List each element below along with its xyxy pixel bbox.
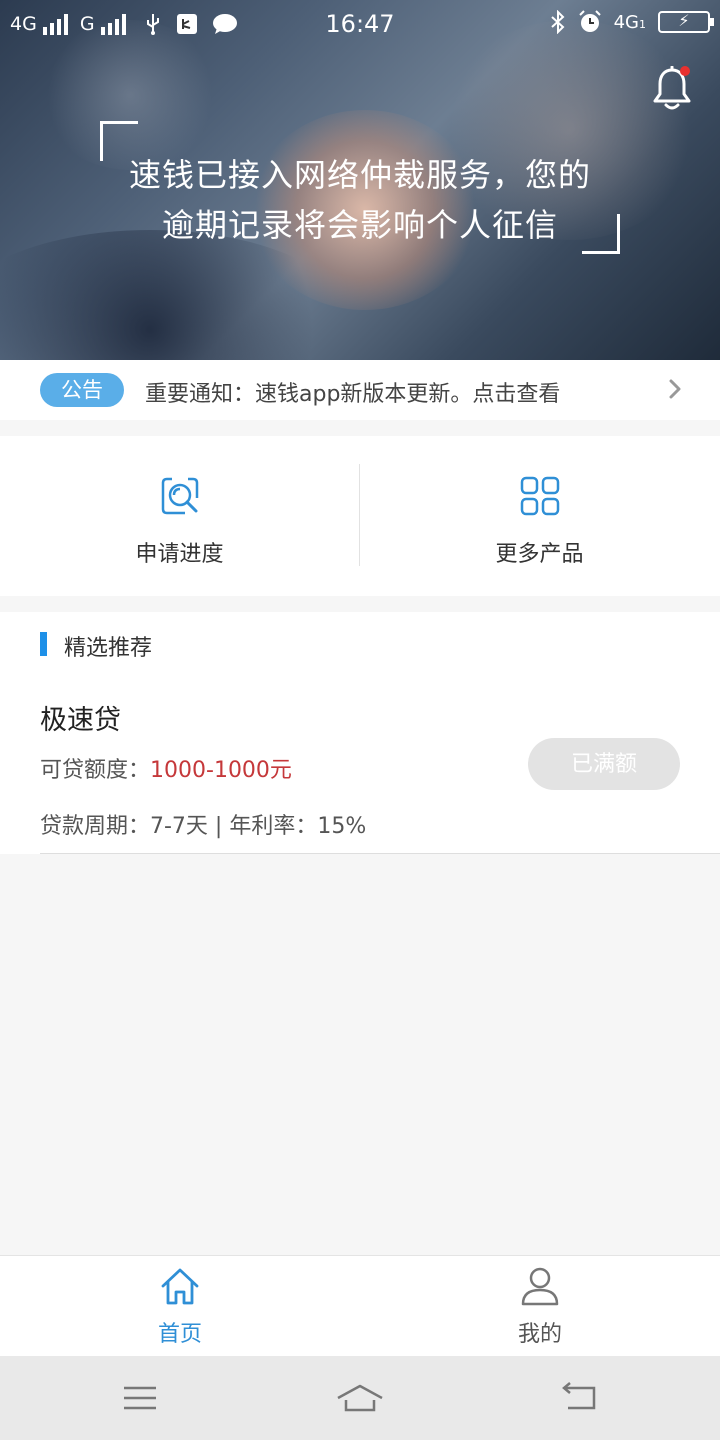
quota-full-button[interactable]: 已满额	[528, 738, 680, 790]
tab-mine[interactable]: 我的	[360, 1256, 720, 1356]
banner-text-line-1: 速钱已接入网络仲裁服务，您的	[128, 156, 591, 194]
product-limit: 可贷额度：1000-1000元	[40, 752, 292, 784]
back-icon[interactable]	[556, 1380, 604, 1416]
user-icon	[521, 1267, 559, 1306]
bottom-tab-bar: 首页 我的	[0, 1255, 720, 1356]
chevron-right-icon	[669, 379, 681, 399]
announcement-text: 重要通知：速钱app新版本更新。点击查看	[145, 382, 561, 407]
apply-progress-label: 申请进度	[135, 542, 224, 567]
bluetooth-icon	[550, 10, 565, 34]
home-icon	[161, 1268, 199, 1305]
limit-value: 1000-1000元	[150, 758, 292, 783]
status-bar: 4G G 16:47 4G1 ⚡	[0, 0, 720, 50]
divider	[40, 853, 720, 854]
tab-home[interactable]: 首页	[0, 1256, 360, 1356]
alarm-icon	[578, 10, 601, 32]
notification-bell-button[interactable]	[652, 65, 692, 112]
tab-home-label: 首页	[157, 1322, 202, 1347]
section-title: 精选推荐	[64, 636, 153, 661]
menu-icon[interactable]	[116, 1380, 164, 1416]
home-button-icon[interactable]	[336, 1380, 384, 1416]
tab-mine-label: 我的	[517, 1322, 562, 1347]
quick-actions: 申请进度 更多产品	[0, 436, 720, 596]
product-name: 极速贷	[40, 705, 121, 736]
battery-icon: ⚡	[658, 11, 714, 33]
system-navigation-bar	[0, 1356, 720, 1440]
announcement-tag: 公告	[40, 373, 124, 407]
unread-dot	[680, 66, 690, 76]
banner-text-line-2: 逾期记录将会影响个人征信	[161, 206, 558, 244]
hero-banner: 速钱已接入网络仲裁服务，您的 逾期记录将会影响个人征信	[0, 0, 720, 360]
limit-label: 可贷额度：	[40, 758, 151, 783]
search-progress-icon	[161, 477, 199, 515]
product-term: 贷款周期：7-7天 | 年利率：15%	[40, 814, 367, 839]
grid-icon	[520, 476, 560, 516]
more-products-button[interactable]: 更多产品	[360, 436, 719, 596]
recommend-section: 精选推荐 极速贷 可贷额度：1000-1000元 贷款周期：7-7天 | 年利率…	[0, 612, 720, 854]
apply-progress-button[interactable]: 申请进度	[0, 436, 359, 596]
more-products-label: 更多产品	[495, 542, 584, 567]
announcement-bar[interactable]: 公告 重要通知：速钱app新版本更新。点击查看	[0, 360, 720, 420]
network-type-right: 4G1	[613, 11, 646, 33]
section-accent-bar	[40, 632, 47, 656]
